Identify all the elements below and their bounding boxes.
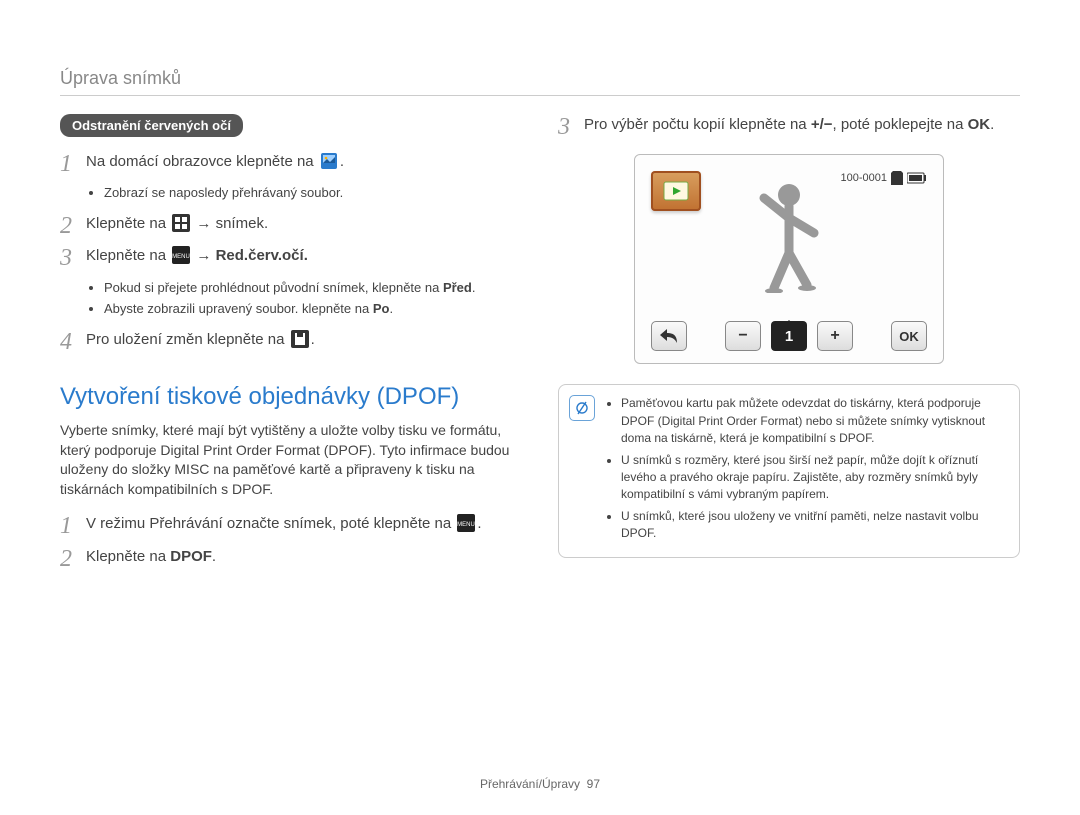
left-column: Odstranění červených očí 1 Na domácí obr… [60, 114, 522, 578]
arrow-icon: → [196, 247, 211, 264]
right-column: 3 Pro výběr počtu kopií klepněte na +/−,… [558, 114, 1020, 578]
substep-text: Zobrazí se naposledy přehrávaný soubor. [104, 183, 522, 203]
album-icon [320, 152, 338, 170]
step-text: Klepněte na DPOF. [86, 546, 522, 569]
info-note: Paměťovou kartu pak můžete odevzdat do t… [558, 384, 1020, 557]
note-item: U snímků s rozměry, které jsou širší než… [621, 452, 1009, 504]
step-number: 1 [60, 151, 76, 177]
arrow-icon: → [196, 215, 211, 232]
minus-button[interactable]: − [725, 321, 761, 351]
step-text: Pro výběr počtu kopií klepněte na +/−, p… [584, 114, 1020, 137]
camera-screen: 100-0001 − 1 [634, 154, 944, 364]
note-item: Paměťovou kartu pak můžete odevzdat do t… [621, 395, 1009, 447]
back-button[interactable] [651, 321, 687, 351]
step-number: 3 [60, 245, 76, 271]
step-text: Na domácí obrazovce klepněte na . [86, 151, 522, 174]
step-text: Pro uložení změn klepněte na . [86, 329, 522, 352]
svg-text:MENU: MENU [458, 522, 476, 528]
plus-button[interactable]: + [817, 321, 853, 351]
ok-button[interactable]: OK [891, 321, 927, 351]
step-number: 4 [60, 329, 76, 355]
step-text: V režimu Přehrávání označte snímek, poté… [86, 513, 522, 536]
svg-text:MENU: MENU [172, 254, 190, 260]
copy-count: 1 [771, 321, 807, 351]
note-item: U snímků, které jsou uloženy ve vnitřní … [621, 508, 1009, 543]
section-pill-redeye: Odstranění červených očí [60, 114, 243, 137]
step-text: Klepněte na → snímek. [86, 213, 522, 236]
step-number: 2 [60, 546, 76, 572]
gallery-thumb-icon[interactable] [651, 171, 701, 211]
person-silhouette-icon [729, 173, 849, 293]
section-paragraph: Vyberte snímky, které mají být vytištěny… [60, 421, 522, 499]
step-number: 3 [558, 114, 574, 140]
step-number: 2 [60, 213, 76, 239]
menu-icon: MENU [172, 246, 190, 264]
menu-icon: MENU [457, 514, 475, 532]
plus-minus-icon: +/− [811, 116, 833, 133]
substep-text: Abyste zobrazili upravený soubor. klepně… [104, 299, 522, 319]
step-text: Klepněte na MENU → Red.červ.očí. [86, 245, 522, 268]
save-icon [291, 330, 309, 348]
info-icon [569, 395, 595, 421]
section-title-dpof: Vytvoření tiskové objednávky (DPOF) [60, 383, 522, 411]
memory-card-icon [891, 171, 903, 185]
substep-text: Pokud si přejete prohlédnout původní sní… [104, 278, 522, 298]
step-number: 1 [60, 513, 76, 539]
page-header: Úprava snímků [60, 68, 1020, 96]
ok-icon: OK [968, 116, 991, 133]
battery-icon [907, 172, 927, 184]
page-footer: Přehrávání/Úpravy 97 [0, 777, 1080, 791]
grid-icon [172, 214, 190, 232]
